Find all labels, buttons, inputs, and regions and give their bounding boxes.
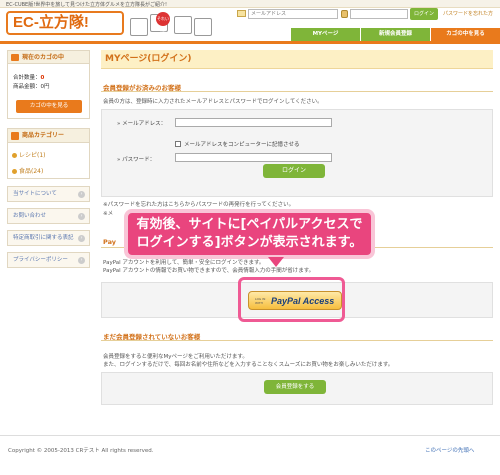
annotation-callout: 有効後、サイトに[ペイパルアクセスで ログインする]ボタンが表示されます。 bbox=[124, 209, 375, 259]
remember-label: メールアドレスをコンピューターに記憶させる bbox=[184, 142, 300, 148]
forgot-password-link[interactable]: パスワードを忘れた方 bbox=[443, 10, 493, 17]
category-box: 商品カテゴリー レシピ(1) 食品(24) bbox=[7, 128, 90, 179]
callout-line-1: 有効後、サイトに[ペイパルアクセスで bbox=[136, 217, 363, 232]
site-tagline: EC-CUBE版!世界中を旅して見つけた立方体グルメを立方隊長がご紹介! bbox=[6, 2, 168, 8]
header-password-input[interactable] bbox=[350, 9, 408, 19]
global-nav: MYページ 新規会員登録 カゴの中を見る bbox=[290, 28, 500, 41]
nav-cart[interactable]: カゴの中を見る bbox=[430, 28, 500, 41]
sidebar-link-label: お問い合わせ bbox=[13, 213, 47, 219]
site-logo[interactable]: EC-立方隊! bbox=[6, 11, 124, 35]
cart-quantity-label: 合計数量： bbox=[13, 75, 41, 81]
cart-amount-label: 商品金額： bbox=[13, 84, 41, 90]
sidebar-link-about[interactable]: 当サイトについて › bbox=[7, 186, 90, 202]
email-field[interactable] bbox=[175, 118, 332, 127]
mascot-icon bbox=[194, 18, 212, 36]
password-label: » パスワード： bbox=[117, 157, 156, 163]
nav-mypage[interactable]: MYページ bbox=[290, 28, 360, 41]
category-title-text: 商品カテゴリー bbox=[22, 132, 65, 139]
password-field[interactable] bbox=[175, 153, 332, 162]
header-email-input[interactable] bbox=[248, 9, 338, 19]
category-title: 商品カテゴリー bbox=[8, 129, 89, 143]
register-area: 会員登録をする bbox=[101, 372, 493, 405]
footer-divider bbox=[0, 435, 500, 436]
chevron-right-icon: › bbox=[78, 257, 85, 264]
chevron-right-icon: › bbox=[78, 213, 85, 220]
login-form: » メールアドレス： メールアドレスをコンピューターに記憶させる » パスワード… bbox=[101, 109, 493, 197]
paypal-section-title: Pay bbox=[103, 238, 117, 246]
category-icon bbox=[11, 132, 19, 140]
nav-register[interactable]: 新規会員登録 bbox=[360, 28, 430, 41]
email-label: » メールアドレス： bbox=[117, 121, 167, 127]
paypal-button-highlight bbox=[238, 277, 345, 322]
sidebar-link-contact[interactable]: お問い合わせ › bbox=[7, 208, 90, 224]
sidebar-link-label: プライバシーポリシー bbox=[13, 257, 68, 263]
view-cart-button[interactable]: カゴの中を見る bbox=[16, 100, 82, 113]
nonmember-text-1: 会員登録をすると便利なMyページをご利用いただけます。 bbox=[103, 354, 248, 360]
sidebar-link-tokutei[interactable]: 特定商取引に関する表記 › bbox=[7, 230, 90, 246]
bullet-icon bbox=[12, 153, 17, 158]
sidebar-link-label: 当サイトについて bbox=[13, 191, 57, 197]
category-label: 食品(24) bbox=[19, 168, 44, 175]
top-bar: EC-CUBE版!世界中を旅して見つけた立方体グルメを立方隊長がご紹介! bbox=[0, 0, 500, 8]
callout-line-2: ログインする]ボタンが表示されます。 bbox=[136, 235, 363, 250]
bullet-icon bbox=[12, 169, 17, 174]
category-item-recipe[interactable]: レシピ(1) bbox=[12, 150, 46, 159]
header-rule bbox=[0, 41, 500, 44]
cart-quantity-value: 0 bbox=[40, 75, 45, 81]
cart-quantity: 合計数量：0 bbox=[13, 73, 44, 81]
divider bbox=[101, 91, 493, 92]
mascot-icon bbox=[130, 18, 148, 36]
remember-checkbox[interactable] bbox=[175, 141, 181, 147]
cart-summary-title: 現在のカゴの中 bbox=[8, 51, 89, 64]
login-button[interactable]: ログイン bbox=[263, 164, 325, 178]
divider bbox=[101, 340, 493, 341]
mascot-icon bbox=[174, 16, 192, 34]
member-intro: 会員の方は、登録時に入力されたメールアドレスとパスワードでログインしてください。 bbox=[103, 99, 323, 105]
cart-summary-box: 現在のカゴの中 合計数量：0 商品金額：0円 カゴの中を見る bbox=[7, 50, 90, 119]
chevron-right-icon: › bbox=[78, 191, 85, 198]
note-text: ※メ bbox=[103, 211, 114, 217]
callout-pointer bbox=[268, 257, 284, 267]
page-top-link[interactable]: このページの先頭へ bbox=[425, 446, 474, 454]
mascot-illustration bbox=[126, 8, 216, 38]
category-item-food[interactable]: 食品(24) bbox=[12, 166, 43, 175]
cart-amount: 商品金額：0円 bbox=[13, 82, 50, 90]
chevron-right-icon: › bbox=[78, 235, 85, 242]
category-label: レシピ(1) bbox=[19, 152, 46, 159]
paypal-text-2: PayPal アカウントの情報でお買い物できますので、会員情報入力の手間が省けま… bbox=[103, 268, 315, 274]
cart-summary-title-text: 現在のカゴの中 bbox=[22, 54, 65, 61]
register-button[interactable]: 会員登録をする bbox=[264, 380, 326, 394]
copyright: Copyright © 2005-2013 CRテスト All rights r… bbox=[8, 448, 154, 454]
sidebar-link-label: 特定商取引に関する表記 bbox=[13, 235, 74, 241]
cart-icon bbox=[11, 54, 19, 61]
paypal-text-1: PayPal アカウントを利用して、簡単・安全にログインできます。 bbox=[103, 260, 265, 266]
mail-icon bbox=[237, 10, 246, 17]
sidebar-link-privacy[interactable]: プライバシーポリシー › bbox=[7, 252, 90, 268]
mascot-badge: それいけ! bbox=[156, 12, 170, 35]
forgot-password-note: ※パスワードを忘れた方はこちらからパスワードの再発行を行ってください。 bbox=[103, 202, 295, 208]
nonmember-text-2: また、ログインするだけで、毎回お名前や住所などを入力することなくスムーズにお買い… bbox=[103, 362, 394, 368]
cart-amount-value: 0円 bbox=[40, 84, 50, 90]
lock-icon bbox=[341, 10, 348, 18]
header-login-button[interactable]: ログイン bbox=[410, 8, 438, 20]
page-title: MYページ(ログイン) bbox=[101, 50, 493, 69]
